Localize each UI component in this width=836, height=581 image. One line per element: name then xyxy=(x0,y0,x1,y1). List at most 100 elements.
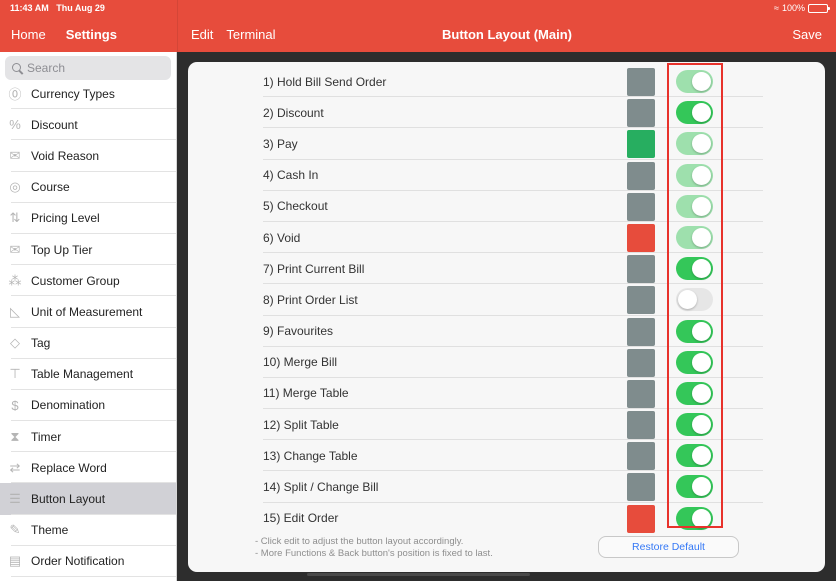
top-bar: 11:43 AM Thu Aug 29 ≈ 100% Home Settings… xyxy=(0,0,836,52)
button-visibility-toggle[interactable] xyxy=(676,70,713,93)
button-color-swatch[interactable] xyxy=(627,223,655,252)
sidebar-item-button-layout[interactable]: ☰ Button Layout xyxy=(0,483,176,515)
sidebar-item-currency-types[interactable]: ⓪ Currency Types xyxy=(0,78,176,110)
sidebar-item-label: Order Notification xyxy=(31,554,125,569)
sidebar-item-label: Tag xyxy=(31,336,51,351)
notification-icon: ▤ xyxy=(8,553,22,569)
button-row: 6) Void xyxy=(263,222,763,254)
sidebar-item-top-up-tier[interactable]: ✉ Top Up Tier xyxy=(0,234,176,266)
sidebar-item-course[interactable]: ◎ Course xyxy=(0,172,176,203)
sidebar-item-label: Button Layout xyxy=(31,492,106,507)
button-color-swatch[interactable] xyxy=(627,442,655,471)
status-indicators: ≈ 100% xyxy=(774,3,830,13)
search-input[interactable]: Search xyxy=(5,56,171,80)
sidebar-item-label: Unit of Measurement xyxy=(31,304,143,319)
sidebar-item-customer-group[interactable]: ⁂ Customer Group xyxy=(0,265,176,297)
button-visibility-toggle[interactable] xyxy=(676,194,713,218)
sidebar-item-timer[interactable]: ⧗ Timer xyxy=(0,421,176,453)
hourglass-icon: ⧗ xyxy=(10,428,20,444)
restore-default-button[interactable]: Restore Default xyxy=(598,536,739,558)
button-row: 10) Merge Bill xyxy=(263,347,763,379)
button-label: 5) Checkout xyxy=(263,199,328,214)
sidebar-item-pricing-level[interactable]: ⇅ Pricing Level xyxy=(0,203,176,235)
button-visibility-toggle[interactable] xyxy=(676,288,713,312)
button-color-swatch[interactable] xyxy=(627,504,655,533)
sidebar-item-theme[interactable]: ✎ Theme xyxy=(0,515,176,547)
sidebar-item-label: Denomination xyxy=(31,398,106,413)
sidebar-item-tag[interactable]: ◇ Tag xyxy=(0,328,176,359)
sidebar-item-unit-of-measurement[interactable]: ◺ Unit of Measurement xyxy=(0,296,176,328)
button-row: 11) Merge Table xyxy=(263,378,763,410)
sidebar-item-replace-word[interactable]: ⇄ Replace Word xyxy=(0,452,176,484)
sidebar-item-label: Course xyxy=(31,180,70,195)
note-edit: - Click edit to adjust the button layout… xyxy=(255,536,464,547)
button-label: 6) Void xyxy=(263,230,301,245)
main-nav-actions: Edit Terminal xyxy=(191,27,276,42)
button-color-swatch[interactable] xyxy=(627,379,655,408)
sidebar-item-discount[interactable]: % Discount xyxy=(0,109,176,141)
button-visibility-toggle[interactable] xyxy=(676,101,713,125)
button-row: 13) Change Table xyxy=(263,440,763,472)
void-reason-icon: ✉ xyxy=(9,147,21,163)
money-bag-icon: $ xyxy=(11,397,19,413)
button-color-swatch[interactable] xyxy=(627,317,655,346)
home-button[interactable]: Home xyxy=(11,27,46,42)
list-icon: ☰ xyxy=(9,491,21,507)
ruler-icon: ◺ xyxy=(10,303,20,319)
button-label: 9) Favourites xyxy=(263,324,334,339)
sidebar-item-label: Discount xyxy=(31,117,78,132)
battery-icon xyxy=(808,3,830,13)
button-row: 8) Print Order List xyxy=(263,284,763,316)
sidebar: ⓪ Currency Types% Discount ✉ Void Reason ◎ Cou… xyxy=(0,52,177,581)
button-visibility-toggle[interactable] xyxy=(676,163,713,187)
status-date: Thu Aug 29 xyxy=(56,3,105,13)
button-color-swatch[interactable] xyxy=(627,192,655,221)
button-color-swatch[interactable] xyxy=(627,348,655,377)
button-visibility-toggle[interactable] xyxy=(676,350,713,374)
button-label: 10) Merge Bill xyxy=(263,355,338,370)
button-row: 4) Cash In xyxy=(263,160,763,191)
customer-group-icon: ⁂ xyxy=(8,272,22,288)
sidebar-item-label: Table Management xyxy=(31,367,134,382)
currency-icon: ⓪ xyxy=(8,87,22,103)
button-color-swatch[interactable] xyxy=(627,99,655,128)
button-visibility-toggle[interactable] xyxy=(676,506,713,530)
button-visibility-toggle[interactable] xyxy=(676,413,713,437)
sidebar-item-order-notification[interactable]: ▤ Order Notification xyxy=(0,546,176,578)
button-color-swatch[interactable] xyxy=(627,255,655,284)
sidebar-item-label: Void Reason xyxy=(31,148,100,163)
button-visibility-toggle[interactable] xyxy=(676,257,713,281)
sidebar-nav: Home Settings xyxy=(11,27,117,42)
terminal-button[interactable]: Terminal xyxy=(226,27,275,42)
button-label: 4) Cash In xyxy=(263,168,319,183)
button-color-swatch[interactable] xyxy=(627,130,655,159)
button-label: 1) Hold Bill Send Order xyxy=(263,74,387,89)
button-row: 3) Pay xyxy=(263,128,763,160)
wifi-icon: ≈ xyxy=(774,3,779,13)
sidebar-item-table-management[interactable]: ⊤ Table Management xyxy=(0,359,176,391)
button-label: 7) Print Current Bill xyxy=(263,261,365,276)
sidebar-item-void-reason[interactable]: ✉ Void Reason xyxy=(0,140,176,172)
scroll-indicator[interactable] xyxy=(307,573,530,576)
button-layout-card: 1) Hold Bill Send Order 2) Discount 3) Pay… xyxy=(188,62,825,572)
button-visibility-toggle[interactable] xyxy=(676,132,713,156)
page-title: Button Layout (Main) xyxy=(442,27,572,42)
button-row: 1) Hold Bill Send Order xyxy=(263,66,763,98)
button-color-swatch[interactable] xyxy=(627,286,655,315)
sidebar-item-denomination[interactable]: $ Denomination xyxy=(0,390,176,422)
button-color-swatch[interactable] xyxy=(627,161,655,190)
button-color-swatch[interactable] xyxy=(627,68,655,96)
save-button[interactable]: Save xyxy=(792,27,822,42)
button-visibility-toggle[interactable] xyxy=(676,381,713,405)
button-color-swatch[interactable] xyxy=(627,473,655,502)
button-visibility-toggle[interactable] xyxy=(676,319,713,343)
button-label: 3) Pay xyxy=(263,136,298,151)
sidebar-item-label: Pricing Level xyxy=(31,211,100,226)
button-row: 9) Favourites xyxy=(263,316,763,347)
button-visibility-toggle[interactable] xyxy=(676,475,713,499)
button-visibility-toggle[interactable] xyxy=(676,225,713,249)
sidebar-item-label: Timer xyxy=(31,429,62,444)
edit-button[interactable]: Edit xyxy=(191,27,213,42)
button-visibility-toggle[interactable] xyxy=(676,444,713,468)
button-color-swatch[interactable] xyxy=(627,411,655,440)
